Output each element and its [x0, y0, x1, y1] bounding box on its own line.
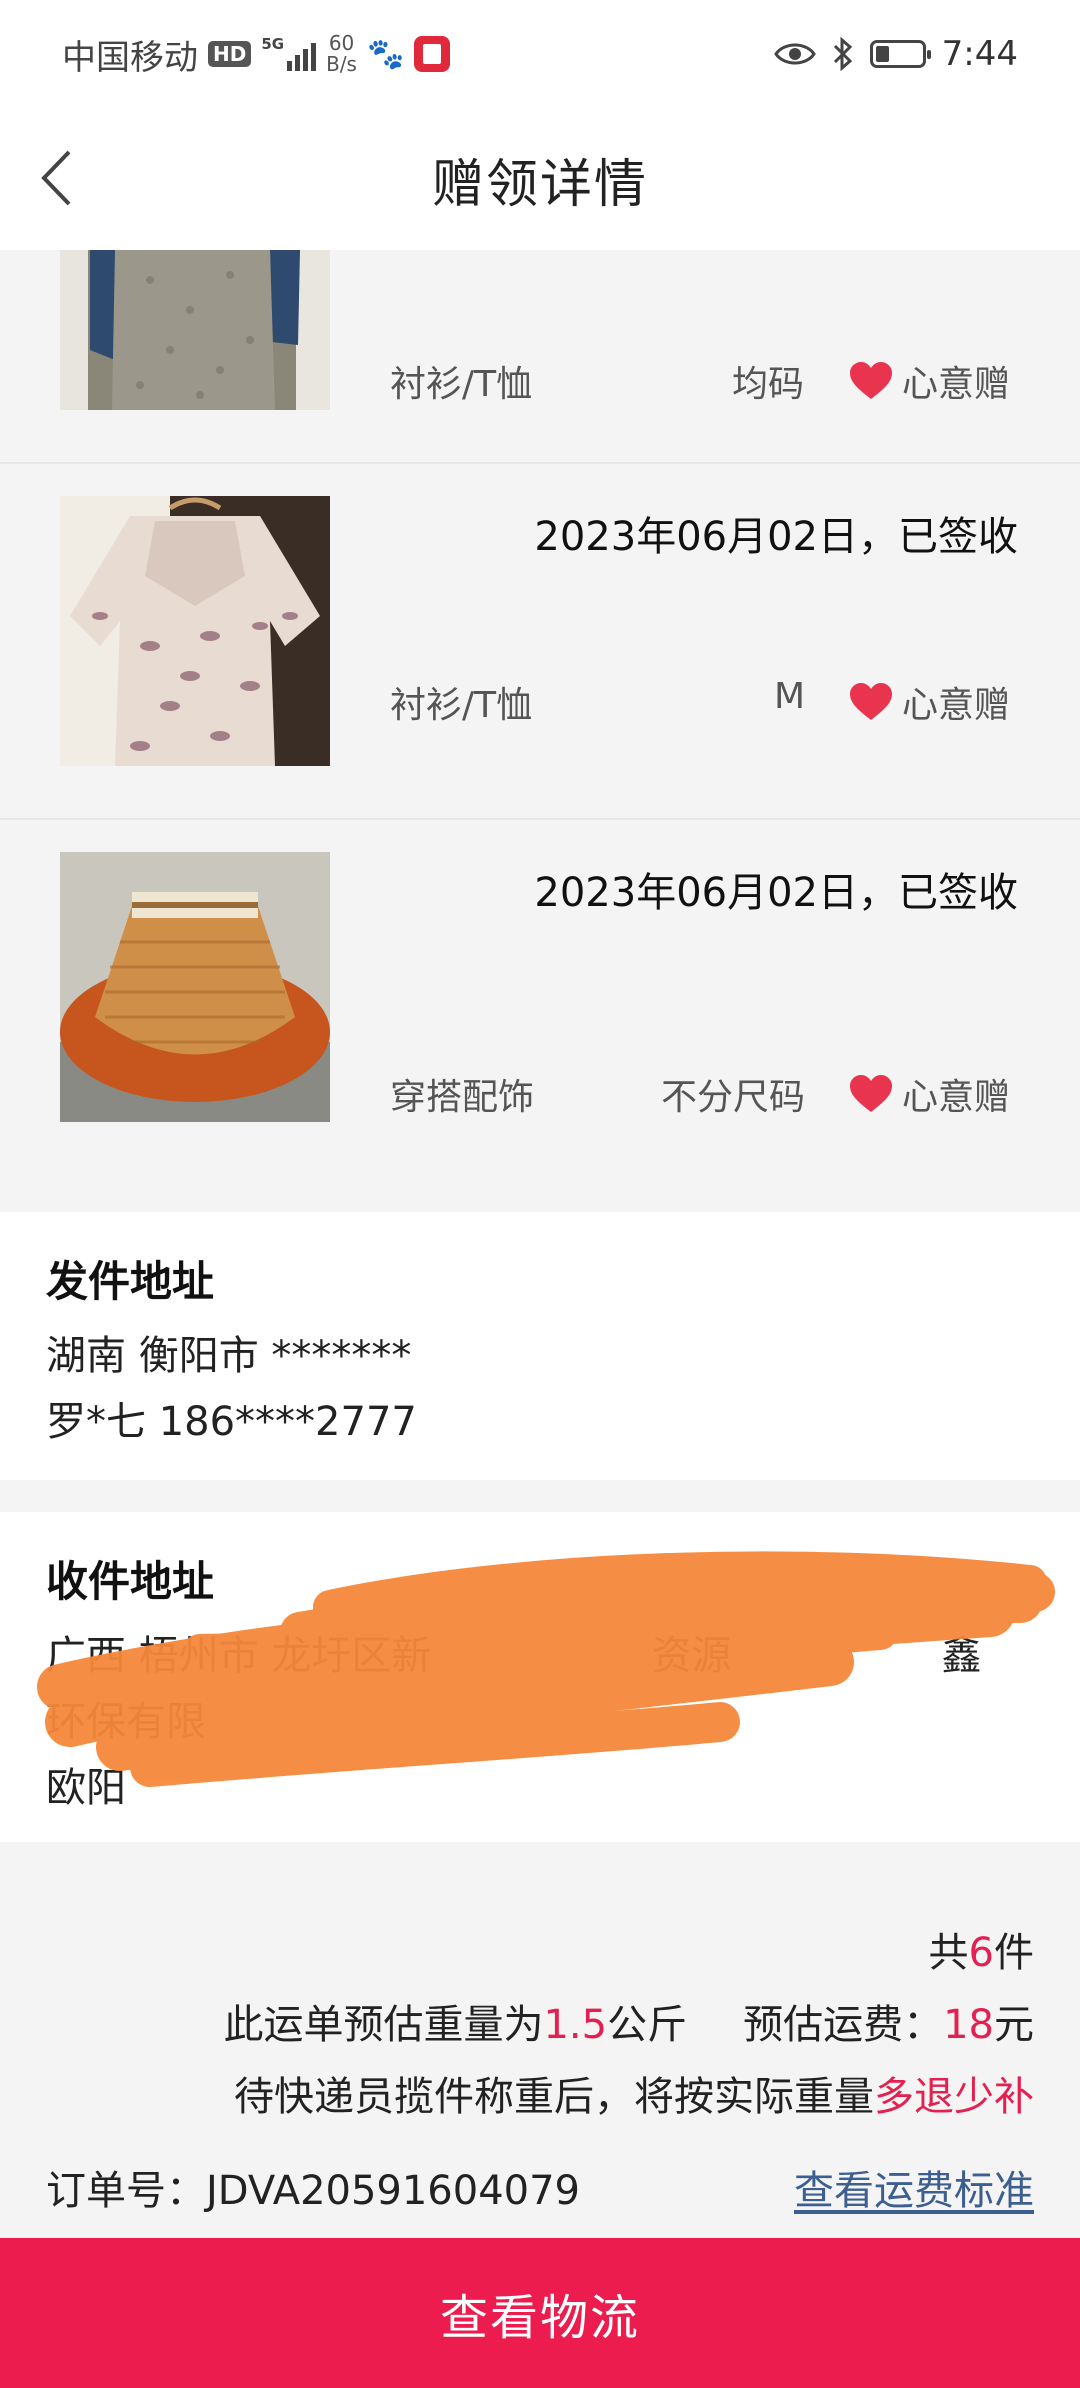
- fee-standard-link[interactable]: 查看运费标准: [794, 2158, 1034, 2216]
- shipping-summary: 共6件 此运单预估重量为1.5公斤 预估运费：18元 待快递员揽件称重后，将按实际…: [0, 1842, 1080, 2238]
- heart-icon: [849, 1075, 892, 1112]
- nav-bar: 赠领详情: [0, 108, 1080, 250]
- carrier-name: 中国移动: [62, 37, 198, 78]
- gift-tag: 心意赠: [848, 355, 1010, 407]
- item-photo: [60, 496, 330, 766]
- sender-address-card: 发件地址 湖南 衡阳市 ******* 罗*七 186****2777: [0, 1212, 1080, 1480]
- weight-fee-line: 此运单预估重量为1.5公斤 预估运费：18元: [223, 2002, 1034, 2048]
- estimated-fee: 18: [943, 2002, 994, 2048]
- speed-unit: B/s: [326, 52, 357, 76]
- gift-tag-label: 心意赠: [901, 685, 1010, 726]
- gift-tag: 心意赠: [848, 676, 1010, 728]
- heart-icon: [849, 362, 892, 399]
- estimated-weight: 1.5: [543, 2002, 608, 2048]
- order-number-value: JDVA20591604079: [206, 2168, 581, 2214]
- paw-icon: 🐾: [366, 36, 405, 72]
- order-number: 订单号：JDVA20591604079: [46, 2168, 581, 2214]
- network-speed: 60 B/s: [326, 33, 357, 75]
- gift-tag: 心意赠: [848, 1068, 1010, 1120]
- sender-contact: 罗*七 186****2777: [46, 1399, 417, 1445]
- item-category: 衬衫/T恤: [390, 685, 533, 726]
- clock: 7:44: [941, 34, 1018, 74]
- view-logistics-button[interactable]: 查看物流: [0, 2238, 1080, 2388]
- item-size: 均码: [731, 364, 804, 405]
- sender-address-title: 发件地址: [46, 1257, 215, 1306]
- signal-icon: 5G: [261, 35, 317, 71]
- eye-icon: [773, 43, 816, 65]
- receiver-address-card: 收件地址 广西 梧州市 龙圩区新 资源鑫 环保有限 欧阳: [0, 1512, 1080, 1842]
- redaction-scribble: [37, 1551, 1055, 1787]
- network-type: 5G: [261, 35, 285, 53]
- status-left: 中国移动 HD 5G 60 B/s 🐾: [62, 30, 451, 79]
- item-count: 共6件: [928, 1930, 1034, 1976]
- item-category: 衬衫/T恤: [390, 364, 533, 405]
- status-right: 7:44: [773, 34, 1018, 74]
- page-title: 赠领详情: [431, 154, 648, 215]
- bluetooth-icon: [833, 37, 852, 71]
- status-bar: 中国移动 HD 5G 60 B/s 🐾 7:44: [0, 0, 1080, 108]
- item-size: 不分尺码: [660, 1077, 805, 1118]
- item-status: 2023年06月02日，已签收: [534, 514, 1018, 560]
- sender-region: 湖南 衡阳市 *******: [46, 1333, 412, 1379]
- book-app-icon: [414, 36, 451, 72]
- item-photo: [60, 852, 330, 1122]
- gift-tag-label: 心意赠: [901, 364, 1010, 405]
- list-item[interactable]: 衬衫/T恤 均码 心意赠: [0, 250, 1080, 464]
- item-photo: [60, 250, 330, 410]
- item-size: M: [773, 676, 805, 717]
- chevron-left-icon: [41, 150, 71, 206]
- item-count-value: 6: [968, 1930, 994, 1976]
- weight-note: 待快递员揽件称重后，将按实际重量多退少补: [234, 2074, 1034, 2120]
- battery-icon: [869, 40, 931, 68]
- item-status: 2023年06月02日，已签收: [534, 870, 1018, 916]
- list-item[interactable]: 2023年06月02日，已签收 穿搭配饰 不分尺码 心意赠: [0, 820, 1080, 1212]
- heart-icon: [849, 683, 892, 720]
- list-item[interactable]: 2023年06月02日，已签收 衬衫/T恤 M 心意赠: [0, 464, 1080, 820]
- gift-tag-label: 心意赠: [901, 1077, 1010, 1118]
- back-button[interactable]: [26, 148, 86, 208]
- hd-badge: HD: [208, 41, 252, 67]
- refund-note: 多退少补: [874, 2074, 1034, 2120]
- item-category: 穿搭配饰: [390, 1077, 535, 1118]
